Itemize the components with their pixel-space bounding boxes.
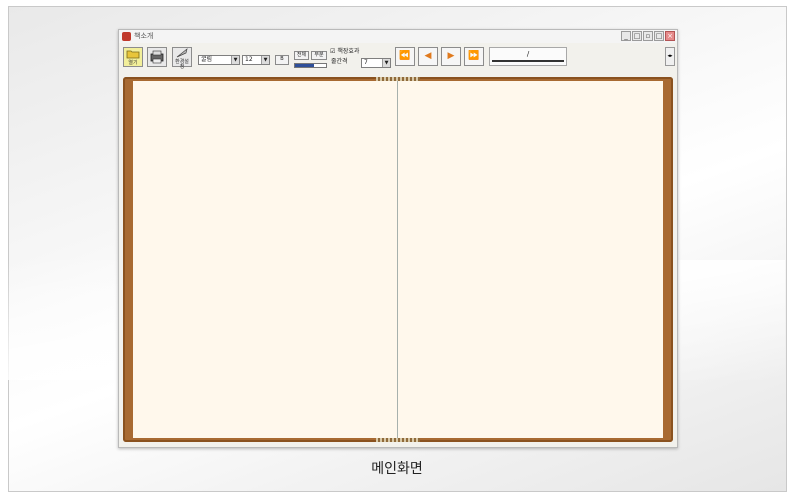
maximize-button[interactable]: □ [654,31,664,41]
chevron-down-icon: ▼ [261,56,269,64]
app-window: 책소개 _ □ ▫ □ × 열기 환경설정 굴림 ▼ 12 ▼ B 전체 부분 … [118,29,678,448]
print-button[interactable] [147,47,167,67]
app-icon [122,32,131,41]
checkbox-icon[interactable]: ☑ [330,48,335,55]
prev-page-button[interactable]: ◀ [418,47,438,66]
settings-label: 환경설정 [175,59,189,70]
page-effect-option[interactable]: ☑ 책장효과 [330,48,359,56]
open-book-button[interactable]: 열기 [123,47,143,67]
next-page-button[interactable]: ▶ [441,47,461,66]
title-bar[interactable]: 책소개 _ □ ▫ □ × [119,30,677,43]
book-spine [397,81,398,438]
last-page-button[interactable]: ⏩ [464,47,484,66]
window-controls: _ □ ▫ □ × [621,31,675,41]
all-button[interactable]: 전체 [294,51,309,60]
spacing-label: 줄간격 [331,58,348,65]
chevron-down-icon: ▼ [382,59,390,67]
next-page-icon: ▶ [447,51,455,61]
progress-bar [294,63,327,68]
folder-icon [126,50,140,59]
first-page-icon: ⏪ [399,51,411,61]
size-select-value: 12 [245,56,253,63]
help-button[interactable]: _ [621,31,631,41]
minimize-button[interactable]: ▫ [643,31,653,41]
bottom-binding-ring [376,438,420,442]
last-page-icon: ⏩ [468,51,480,61]
restore-button[interactable]: □ [632,31,642,41]
toolbar-scroll-arrows[interactable]: ◂▸ [665,47,675,66]
spacing-select[interactable]: 7 ▼ [361,58,391,68]
page-effect-label: 책장효과 [337,48,360,55]
page-indicator[interactable]: / [489,47,567,66]
font-select-value: 굴림 [201,56,213,63]
quill-settings-icon [176,48,188,58]
close-button[interactable]: × [665,31,675,41]
partial-button[interactable]: 부분 [311,51,327,60]
page-indicator-underline [492,60,564,62]
font-select[interactable]: 굴림 ▼ [198,55,240,65]
left-page[interactable] [133,81,398,438]
book-view [123,77,673,442]
progress-fill [295,64,314,67]
first-page-button[interactable]: ⏪ [395,47,415,66]
image-caption: 메인화면 [371,461,423,477]
printer-icon [150,50,164,64]
toolbar: 열기 환경설정 굴림 ▼ 12 ▼ B 전체 부분 ☑ 책장효과 줄간격 7 ▼… [119,43,677,77]
open-label: 열기 [128,60,138,66]
prev-page-icon: ◀ [424,51,432,61]
window-title: 책소개 [134,32,154,40]
chevron-down-icon: ▼ [231,56,239,64]
right-page[interactable] [398,81,663,438]
spacing-select-value: 7 [364,59,368,66]
settings-button[interactable]: 환경설정 [172,47,192,70]
page-indicator-text: / [526,50,530,58]
size-select[interactable]: 12 ▼ [242,55,270,65]
bold-button[interactable]: B [275,55,289,65]
